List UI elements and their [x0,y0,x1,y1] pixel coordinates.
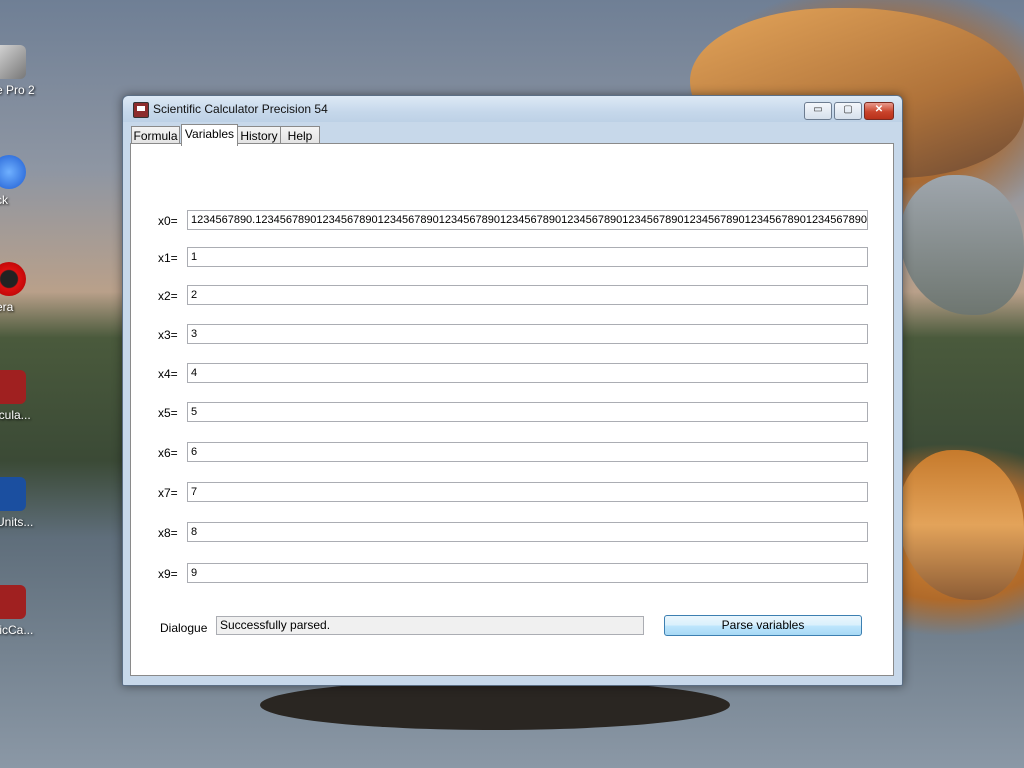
variable-label: x5= [158,406,178,420]
window-title: Scientific Calculator Precision 54 [153,102,328,116]
variable-label: x4= [158,367,178,381]
app-icon [133,102,149,118]
variable-label: x9= [158,567,178,581]
background-rocks [900,175,1024,315]
variable-label: x3= [158,328,178,342]
app-icon [0,45,26,79]
variable-label: x7= [158,486,178,500]
background-reflection [898,450,1024,600]
maximize-button[interactable]: ▢ [834,102,862,120]
calx-icon [0,477,26,511]
opera-icon [0,262,26,296]
close-button[interactable]: ✕ [864,102,894,120]
variable-input[interactable]: 2 [187,285,868,305]
variable-label: x2= [158,289,178,303]
minimize-button[interactable]: ▭ [804,102,832,120]
desktop-icon-calculator[interactable]: lcula... [0,370,40,422]
desktop-icon-opera[interactable]: era [0,262,40,314]
app-icon [0,155,26,189]
title-bar[interactable]: Scientific Calculator Precision 54 ▭ ▢ ✕ [123,96,902,122]
calx-icon [0,370,26,404]
desktop-icon-scientificca[interactable]: ficCa... [0,585,40,637]
variable-input[interactable]: 7 [187,482,868,502]
variable-input[interactable]: 3 [187,324,868,344]
variable-label: x6= [158,446,178,460]
variables-panel: x0= 1234567890.1234567890123456789012345… [130,143,894,676]
variable-label: x1= [158,251,178,265]
variable-label: x8= [158,526,178,540]
desktop-icon-units[interactable]: Units... [0,477,40,529]
background-lake-rock [260,680,730,730]
parse-variables-button[interactable]: Parse variables [664,615,862,636]
variable-input[interactable]: 1234567890.12345678901234567890123456789… [187,210,868,230]
desktop-icon-ck[interactable]: ck [0,155,40,207]
dialogue-message: Successfully parsed. [216,616,644,635]
variable-input[interactable]: 1 [187,247,868,267]
tab-variables[interactable]: Variables [181,124,238,146]
variable-input[interactable]: 8 [187,522,868,542]
calx-icon [0,585,26,619]
variable-input[interactable]: 5 [187,402,868,422]
desktop-icon-pro2[interactable]: e Pro 2 [0,45,40,97]
variable-input[interactable]: 9 [187,563,868,583]
variable-label: x0= [158,214,178,228]
variable-input[interactable]: 6 [187,442,868,462]
variable-input[interactable]: 4 [187,363,868,383]
dialogue-label: Dialogue [160,621,208,635]
calculator-window: Scientific Calculator Precision 54 ▭ ▢ ✕… [122,95,903,686]
